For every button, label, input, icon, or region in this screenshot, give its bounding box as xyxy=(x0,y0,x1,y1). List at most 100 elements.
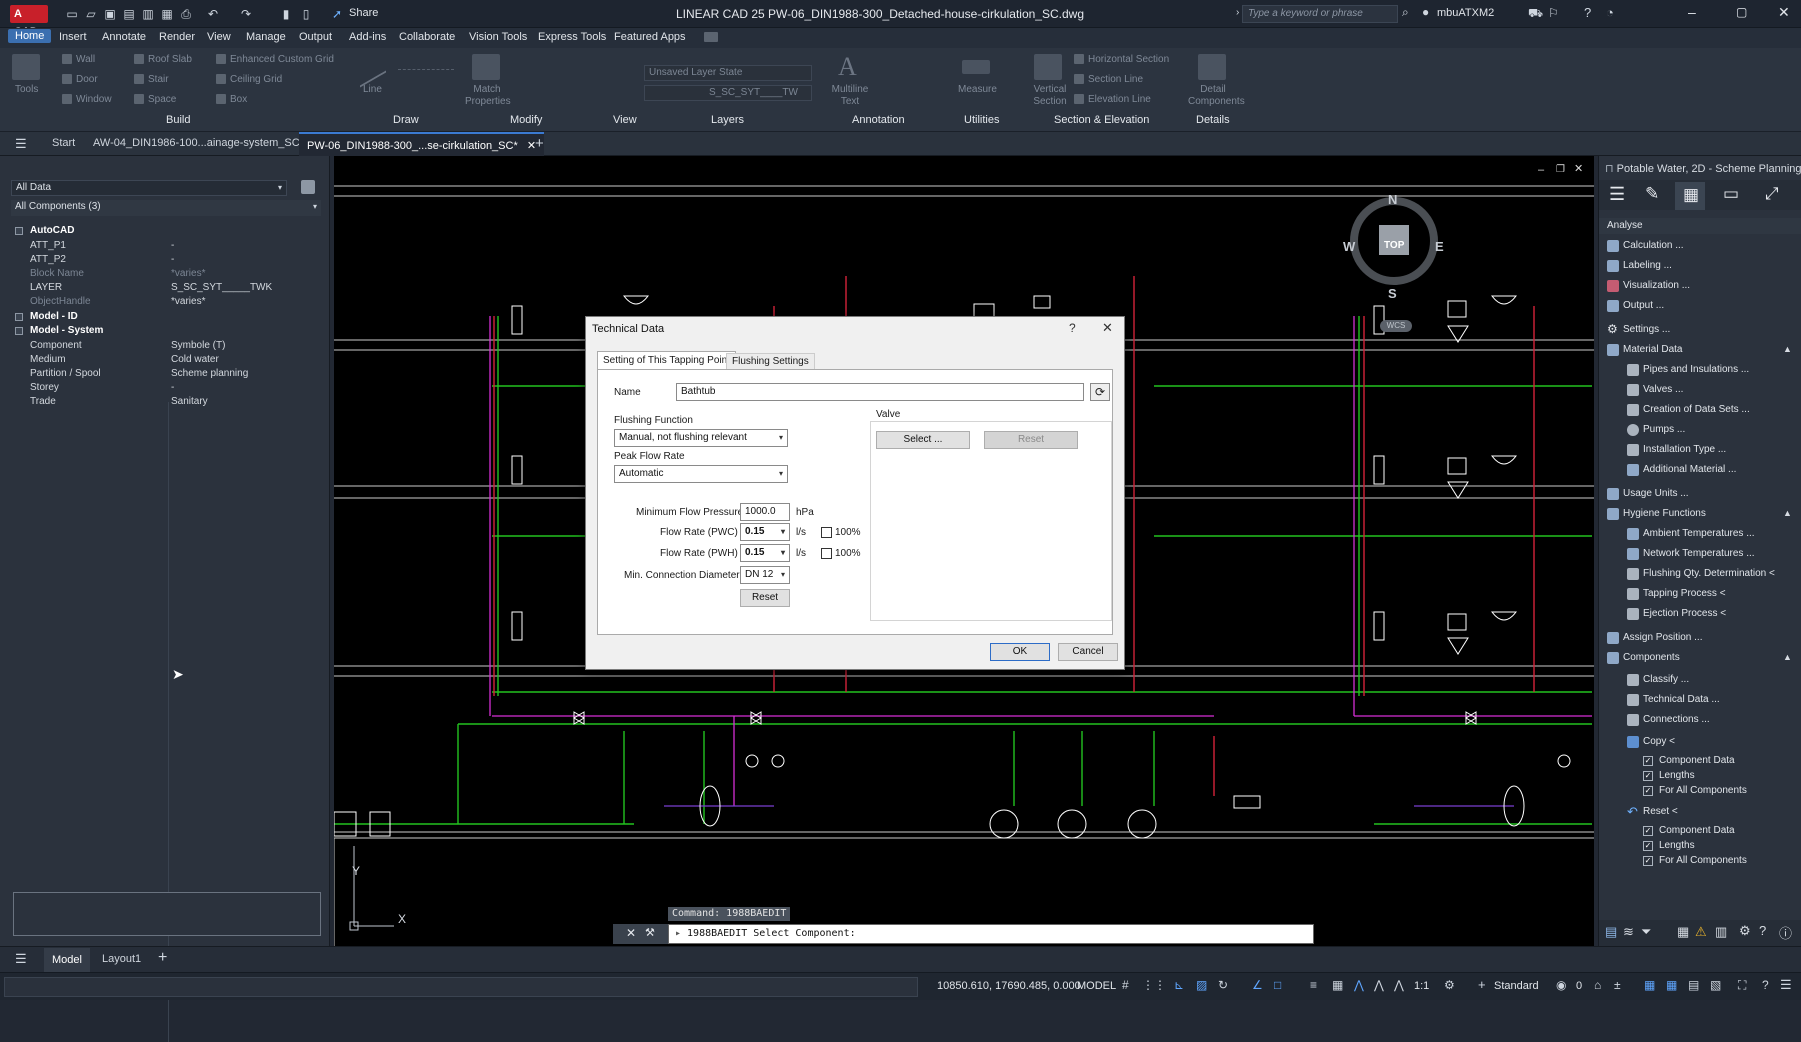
undo-icon[interactable]: ↶ xyxy=(205,6,221,22)
reset-values-button[interactable]: Reset xyxy=(740,589,790,607)
prop-value[interactable]: Sanitary xyxy=(171,396,208,407)
snap-icon[interactable]: ⋮⋮ xyxy=(1142,978,1166,992)
reset-all-components-checkbox[interactable]: ✓ xyxy=(1643,856,1653,866)
polar-icon[interactable]: ▨ xyxy=(1196,978,1207,992)
tab-tapping-point[interactable]: Setting of This Tapping Point xyxy=(597,351,736,370)
space-button[interactable]: Space xyxy=(134,94,176,105)
tab-output[interactable]: Output xyxy=(299,31,332,43)
plus-icon[interactable]: + xyxy=(1478,977,1486,992)
calculation-item[interactable]: Calculation ... xyxy=(1623,240,1684,251)
save-all-icon[interactable]: ▥ xyxy=(140,6,156,22)
technical-data-item[interactable]: Technical Data ... xyxy=(1643,694,1720,705)
tab-render[interactable]: Render xyxy=(159,31,195,43)
pwh-100-checkbox[interactable] xyxy=(821,548,832,559)
roof-slab-button[interactable]: Roof Slab xyxy=(134,54,192,65)
grid-icon[interactable]: # xyxy=(1122,978,1129,992)
section-line-button[interactable]: Section Line xyxy=(1074,74,1143,85)
pwc-select[interactable]: 0.15 ▾ xyxy=(740,523,790,541)
visualization-item[interactable]: Visualization ... xyxy=(1623,280,1690,291)
viewport-minimize-icon[interactable]: – xyxy=(1538,164,1544,176)
pwc-100-checkbox[interactable] xyxy=(821,527,832,538)
user-icon[interactable]: ● xyxy=(1422,5,1429,19)
pumps-item[interactable]: Pumps ... xyxy=(1643,424,1685,435)
copy-item[interactable]: Copy < xyxy=(1643,736,1675,747)
name-input[interactable]: Bathtub xyxy=(676,383,1084,401)
copy-all-components-checkbox[interactable]: ✓ xyxy=(1643,786,1653,796)
autoscale-icon[interactable]: ⋀ xyxy=(1394,978,1404,992)
tab-vision-tools[interactable]: Vision Tools xyxy=(469,31,527,43)
data-sets-item[interactable]: Creation of Data Sets ... xyxy=(1643,404,1750,415)
share-icon[interactable]: ➚ xyxy=(332,7,342,21)
measure-button[interactable]: Measure xyxy=(958,84,997,95)
collapse-material-icon[interactable]: ▲ xyxy=(1783,344,1792,354)
select-valve-button[interactable]: Select ... xyxy=(876,431,970,449)
layer-state-select[interactable]: Unsaved Layer State xyxy=(644,65,812,81)
refresh-icon[interactable]: ⟳ xyxy=(1090,383,1110,401)
minimize-icon[interactable]: – xyxy=(1688,4,1696,20)
settings-footer-icon[interactable]: ⚙ xyxy=(1739,923,1751,939)
fullscreen-icon[interactable]: ⛶ xyxy=(1738,978,1746,993)
dialog-close-icon[interactable]: ✕ xyxy=(1102,320,1113,336)
search-icon[interactable]: ⌕ xyxy=(1402,5,1409,20)
print-icon[interactable]: ⎙ xyxy=(178,6,194,22)
tools-button[interactable]: Tools xyxy=(15,84,38,95)
valves-item[interactable]: Valves ... xyxy=(1643,384,1683,395)
ambient-temp-item[interactable]: Ambient Temperatures ... xyxy=(1643,528,1755,539)
list-icon[interactable]: ☰ xyxy=(1609,184,1625,205)
expand-icon[interactable] xyxy=(15,313,23,321)
close-window-icon[interactable]: ✕ xyxy=(1778,4,1790,21)
connection-diameter-select[interactable]: DN 12 ▾ xyxy=(740,566,790,584)
compass-west[interactable]: W xyxy=(1343,239,1355,254)
object-snap-icon[interactable]: □ xyxy=(1274,978,1281,992)
pwh-select[interactable]: 0.15 ▾ xyxy=(740,544,790,562)
compass-east[interactable]: E xyxy=(1435,239,1444,254)
compass-north[interactable]: N xyxy=(1388,192,1397,207)
tab-collaborate[interactable]: Collaborate xyxy=(399,31,455,43)
compass-south[interactable]: S xyxy=(1388,286,1397,301)
reset-valve-button[interactable]: Reset xyxy=(984,431,1078,449)
redo-icon[interactable]: ↷ xyxy=(238,6,254,22)
text-icon[interactable]: A xyxy=(838,52,857,82)
min-pressure-input[interactable]: 1000.0 xyxy=(740,503,790,521)
components-header[interactable]: Components xyxy=(1623,652,1680,663)
copy-component-data-checkbox[interactable]: ✓ xyxy=(1643,756,1653,766)
collapse-icon[interactable] xyxy=(15,227,23,235)
publish-icon[interactable]: ▦ xyxy=(159,6,175,22)
settings-item[interactable]: Settings ... xyxy=(1623,324,1670,335)
viewport-restore-icon[interactable]: ❐ xyxy=(1556,164,1565,175)
filter-icon[interactable]: ⏷ xyxy=(1641,924,1651,940)
multiline-text-button[interactable]: Multiline Text xyxy=(830,84,870,108)
box-button[interactable]: Box xyxy=(216,94,247,105)
tab-flushing-settings[interactable]: Flushing Settings xyxy=(726,353,815,370)
assign-position-item[interactable]: Assign Position ... xyxy=(1623,632,1702,643)
quick-select-icon[interactable] xyxy=(301,180,315,194)
user-name[interactable]: mbuATXM2 xyxy=(1437,7,1494,19)
style-select[interactable]: Standard xyxy=(1494,980,1539,992)
ok-button[interactable]: OK xyxy=(990,643,1050,661)
window-button[interactable]: Window xyxy=(62,94,112,105)
isolate-icon[interactable]: ◉ xyxy=(1556,978,1566,992)
transparency-icon[interactable]: ▦ xyxy=(1332,978,1343,992)
tab-express-tools[interactable]: Express Tools xyxy=(538,31,606,43)
workspace-icon[interactable]: ▮ xyxy=(278,6,294,22)
tab-featured-apps[interactable]: Featured Apps xyxy=(614,31,686,43)
isodraft-icon[interactable]: ↻ xyxy=(1218,978,1228,992)
door-button[interactable]: Door xyxy=(62,74,98,85)
layer-tool-icon[interactable]: ▯ xyxy=(298,6,314,22)
prop-value[interactable]: S_SC_SYT_____TWK xyxy=(171,282,272,293)
tab-model[interactable]: Model xyxy=(44,948,90,972)
warning-icon[interactable]: ⚠ xyxy=(1695,924,1707,940)
prop-value[interactable]: - xyxy=(171,382,174,393)
measure-icon[interactable] xyxy=(962,60,990,74)
annotation-scale-icon[interactable]: ⋀ xyxy=(1354,978,1364,992)
prop-value[interactable]: Scheme planning xyxy=(171,368,248,379)
display-config-icon[interactable]: ⌂ xyxy=(1594,978,1601,992)
tab-start[interactable]: Start xyxy=(52,137,75,149)
vertical-section-button[interactable]: Vertical Section xyxy=(1030,84,1070,108)
surface-hatch-icon[interactable]: ± xyxy=(1614,978,1621,992)
layer-select[interactable]: S_SC_SYT____TW xyxy=(644,85,812,101)
line-button[interactable]: Line xyxy=(363,84,382,95)
reset-lengths-checkbox[interactable]: ✓ xyxy=(1643,841,1653,851)
usage-units-item[interactable]: Usage Units ... xyxy=(1623,488,1689,499)
calculator-icon[interactable]: ▦ xyxy=(1683,185,1699,205)
